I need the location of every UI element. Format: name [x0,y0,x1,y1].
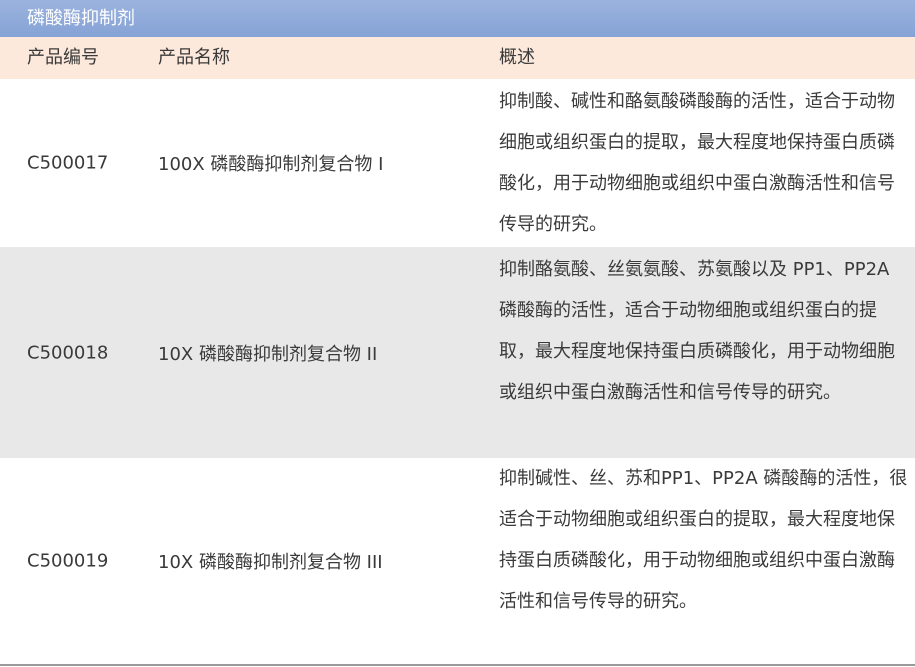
table-row: C500017 100X 磷酸酶抑制剂复合物 I 抑制酸、碱性和酪氨酸磷酸酶的活… [0,79,915,247]
header-product-code: 产品编号 [27,47,99,68]
table-header: 产品编号 产品名称 概述 [0,37,915,79]
product-name: 100X 磷酸酶抑制剂复合物 I [158,154,384,175]
table-title: 磷酸酶抑制剂 [0,0,915,37]
header-product-name: 产品名称 [158,47,230,68]
table-row: C500018 10X 磷酸酶抑制剂复合物 II 抑制酪氨酸、丝氨氨酸、苏氨酸以… [0,247,915,458]
product-name: 10X 磷酸酶抑制剂复合物 III [158,552,383,573]
product-description: 抑制碱性、丝、苏和PP1、PP2A 磷酸酶的活性，很适合于动物细胞或组织蛋白的提… [499,468,908,612]
product-description: 抑制酸、碱性和酪氨酸磷酸酶的活性，适合于动物细胞或组织蛋白的提取，最大程度地保持… [499,91,895,235]
table-row: C500019 10X 磷酸酶抑制剂复合物 III 抑制碱性、丝、苏和PP1、P… [0,458,915,664]
product-description: 抑制酪氨酸、丝氨氨酸、苏氨酸以及 PP1、PP2A 磷酸酶的活性，适合于动物细胞… [499,259,895,403]
product-code: C500018 [27,342,109,363]
product-code: C500017 [27,152,109,174]
product-name: 10X 磷酸酶抑制剂复合物 II [158,343,378,365]
table-bottom-border [0,664,915,666]
product-code: C500019 [27,550,109,572]
header-description: 概述 [499,47,535,68]
